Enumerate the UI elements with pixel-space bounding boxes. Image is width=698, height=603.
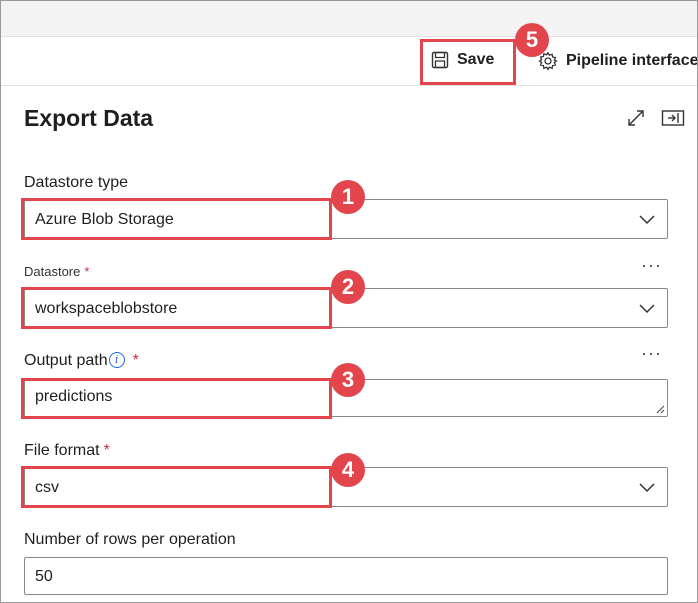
output-path-label: Output path i * <box>24 352 139 370</box>
callout-badge-1: 1 <box>331 180 365 214</box>
required-marker: * <box>103 442 110 459</box>
save-icon <box>431 51 449 69</box>
callout-badge-3: 3 <box>331 363 365 397</box>
top-strip <box>1 1 697 37</box>
rows-per-operation-value: 50 <box>35 568 53 585</box>
chevron-down-icon <box>639 483 655 493</box>
toolbar: Save Pipeline interface <box>1 37 697 86</box>
datastore-label: Datastore * <box>24 264 89 279</box>
pipeline-interface-button[interactable]: Pipeline interface <box>538 51 698 71</box>
callout-badge-2: 2 <box>331 270 365 304</box>
pipeline-interface-label: Pipeline interface <box>566 52 698 69</box>
rows-per-operation-input[interactable]: 50 <box>24 557 668 595</box>
save-label: Save <box>457 51 495 68</box>
chevron-down-icon <box>639 304 655 314</box>
file-format-label-text: File format <box>24 442 100 459</box>
resize-handle-icon[interactable] <box>655 404 665 414</box>
chevron-down-icon <box>639 215 655 225</box>
file-format-value: csv <box>35 479 59 496</box>
save-button[interactable]: Save <box>431 51 494 69</box>
datastore-type-value: Azure Blob Storage <box>35 211 174 228</box>
required-marker: * <box>132 352 139 369</box>
datastore-more-button[interactable]: ··· <box>641 255 662 276</box>
collapse-panel-icon[interactable] <box>661 107 685 129</box>
datastore-type-label: Datastore type <box>24 174 129 191</box>
file-format-label: File format * <box>24 442 110 460</box>
expand-icon[interactable] <box>625 107 647 129</box>
panel-title: Export Data <box>24 105 154 131</box>
datastore-label-text: Datastore <box>24 264 81 279</box>
datastore-value: workspaceblobstore <box>35 300 178 317</box>
output-path-label-text: Output path <box>24 352 108 369</box>
callout-badge-5: 5 <box>515 23 549 57</box>
callout-badge-4: 4 <box>331 453 365 487</box>
required-marker: * <box>84 264 90 279</box>
info-icon[interactable]: i <box>108 352 125 368</box>
output-path-value: predictions <box>35 388 113 405</box>
rows-per-operation-label: Number of rows per operation <box>24 531 236 548</box>
output-path-more-button[interactable]: ··· <box>641 343 662 364</box>
export-data-panel: Save Pipeline interface Export Data Data… <box>0 0 698 603</box>
